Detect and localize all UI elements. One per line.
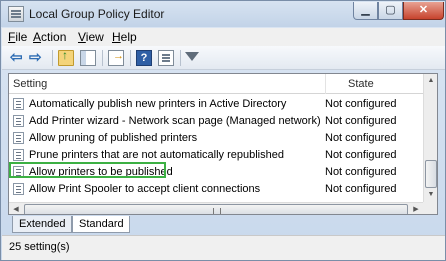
policy-setting-icon: [13, 183, 24, 195]
setting-name: Automatically publish new printers in Ac…: [29, 98, 287, 110]
toolbar-separator: [52, 50, 53, 66]
back-arrow-icon[interactable]: ⇦: [10, 50, 26, 66]
vertical-scrollbar[interactable]: ▲ ▼: [423, 74, 437, 202]
menu-view[interactable]: View: [78, 30, 104, 44]
window: Local Group Policy Editor ▁ ▢ ✕ File Act…: [0, 0, 446, 261]
column-header-state[interactable]: State: [348, 78, 374, 90]
table-row[interactable]: Add Printer wizard - Network scan page (…: [9, 113, 423, 129]
list-header: Setting State: [9, 74, 437, 94]
setting-name: Allow pruning of published printers: [29, 132, 198, 144]
menu-action[interactable]: Action: [33, 30, 66, 44]
tab-extended[interactable]: Extended: [12, 216, 72, 233]
title-bar: Local Group Policy Editor ▁ ▢ ✕: [1, 1, 445, 27]
group-policy-app-icon: [8, 6, 24, 22]
properties-icon[interactable]: [158, 50, 174, 66]
setting-name: Allow Print Spooler to accept client con…: [29, 183, 261, 195]
table-row[interactable]: Prune printers that are not automaticall…: [9, 147, 423, 163]
policy-setting-icon: [13, 149, 24, 161]
table-row[interactable]: Allow Print Spooler to accept client con…: [9, 181, 423, 197]
highlight-box: [9, 162, 166, 178]
help-icon[interactable]: ?: [136, 50, 152, 66]
policy-setting-icon: [13, 115, 24, 127]
toolbar-separator: [102, 50, 103, 66]
menu-help[interactable]: Help: [112, 30, 137, 44]
toolbar-separator: [130, 50, 131, 66]
grip-icon: [213, 208, 221, 214]
filter-icon[interactable]: [185, 52, 199, 61]
setting-state: Not configured: [325, 183, 397, 195]
column-divider[interactable]: [325, 74, 326, 94]
scroll-left-arrow-icon[interactable]: ◀: [9, 203, 23, 214]
setting-name: Prune printers that are not automaticall…: [29, 149, 284, 161]
horizontal-scroll-thumb[interactable]: [24, 204, 408, 214]
column-header-setting[interactable]: Setting: [13, 78, 47, 90]
setting-state: Not configured: [325, 98, 397, 110]
table-row[interactable]: Automatically publish new printers in Ac…: [9, 96, 423, 112]
menu-bar: File Action View Help: [2, 28, 445, 46]
up-folder-icon[interactable]: [58, 48, 74, 66]
scroll-down-arrow-icon[interactable]: ▼: [424, 188, 437, 202]
setting-state: Not configured: [325, 132, 397, 144]
horizontal-scrollbar[interactable]: ◀ ▶: [9, 202, 423, 214]
minimize-button[interactable]: ▁: [353, 2, 378, 20]
settings-list: Setting State Automatically publish new …: [8, 73, 438, 215]
show-hide-console-tree-icon[interactable]: [80, 50, 96, 66]
tab-standard[interactable]: Standard: [72, 216, 130, 233]
status-text: 25 setting(s): [9, 241, 70, 253]
toolbar: ⇦ ⇨ ?: [2, 46, 445, 70]
vertical-scroll-thumb[interactable]: [425, 160, 437, 188]
view-tabs: Extended Standard: [8, 216, 438, 234]
close-button[interactable]: ✕: [403, 2, 444, 20]
toolbar-separator: [180, 50, 181, 66]
scroll-right-arrow-icon[interactable]: ▶: [409, 203, 423, 214]
status-bar: 25 setting(s): [2, 235, 445, 260]
scrollbar-corner: [423, 202, 437, 214]
setting-state: Not configured: [325, 149, 397, 161]
setting-name: Add Printer wizard - Network scan page (…: [29, 115, 321, 127]
policy-setting-icon: [13, 98, 24, 110]
scroll-up-arrow-icon[interactable]: ▲: [424, 74, 437, 88]
policy-setting-icon: [13, 132, 24, 144]
forward-arrow-icon[interactable]: ⇨: [29, 50, 45, 66]
maximize-button[interactable]: ▢: [378, 2, 403, 20]
setting-state: Not configured: [325, 166, 397, 178]
setting-state: Not configured: [325, 115, 397, 127]
export-list-icon[interactable]: [108, 50, 124, 66]
menu-file[interactable]: File: [8, 30, 27, 44]
table-row[interactable]: Allow pruning of published printers Not …: [9, 130, 423, 146]
window-title: Local Group Policy Editor: [29, 7, 165, 21]
